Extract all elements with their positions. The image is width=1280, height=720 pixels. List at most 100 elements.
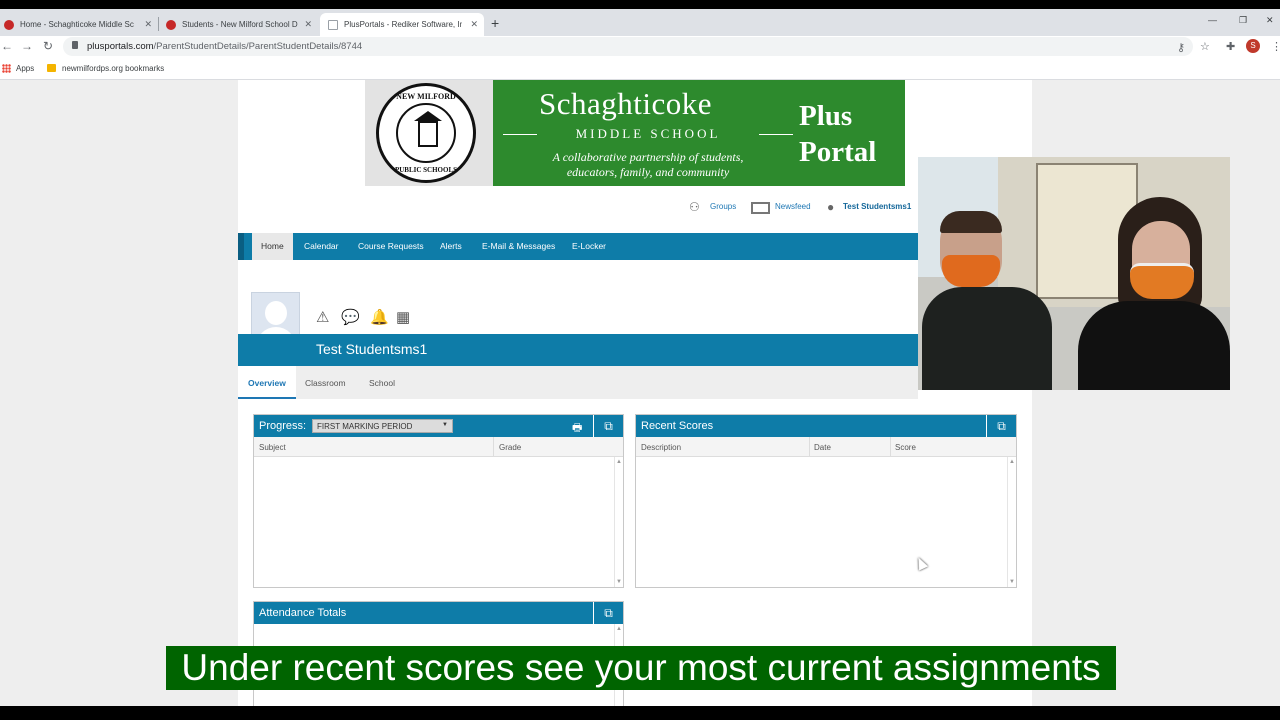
school-banner: NEW MILFORD PUBLIC SCHOOLS Schaghticoke … — [365, 80, 905, 186]
chat-icon[interactable]: 💬 — [341, 308, 360, 326]
presenter-man — [922, 211, 1052, 390]
tab-overview[interactable]: Overview — [238, 366, 296, 399]
url-text: plusportals.com/ParentStudentDetails/Par… — [87, 41, 363, 52]
recent-scores-header: Recent Scores ⧉ — [636, 415, 1016, 437]
tab-title: Students - New Milford School D — [182, 20, 298, 29]
close-tab-icon[interactable]: ✕ — [470, 19, 478, 30]
newsfeed-link[interactable]: Newsfeed — [775, 202, 811, 211]
minimize-icon[interactable]: — — [1208, 15, 1217, 25]
recent-scores-table-header: Description Date Score — [636, 437, 1016, 457]
alert-triangle-icon[interactable]: ⚠ — [316, 308, 329, 326]
plus-portal-logo: Plus Portal — [799, 98, 876, 170]
apps-grid-icon — [2, 64, 11, 73]
banner-green-panel: Schaghticoke MIDDLE SCHOOL A collaborati… — [493, 80, 905, 186]
close-tab-icon[interactable]: ✕ — [144, 19, 152, 30]
tab-title: Home - Schaghticoke Middle Sc — [20, 20, 134, 29]
recent-scores-panel: Recent Scores ⧉ Description Date Score ▲… — [635, 414, 1017, 588]
user-link[interactable]: Test Studentsms1 — [843, 202, 911, 211]
school-subtitle: MIDDLE SCHOOL — [503, 126, 793, 142]
portal-text: Portal — [799, 136, 877, 168]
seal-inner-ring — [396, 103, 456, 163]
progress-title: Progress: — [259, 420, 307, 432]
progress-scrollbar[interactable]: ▲ ▼ — [614, 457, 623, 587]
tab-strip: Home - Schaghticoke Middle Sc ✕ Students… — [0, 9, 1280, 36]
close-tab-icon[interactable]: ✕ — [304, 19, 312, 30]
school-name: Schaghticoke — [539, 86, 713, 121]
open-external-icon[interactable]: ⧉ — [593, 415, 623, 437]
bookmark-apps[interactable]: Apps — [16, 64, 34, 73]
close-window-icon[interactable]: ✕ — [1266, 15, 1274, 26]
nav-alerts[interactable]: Alerts — [440, 241, 462, 251]
col-description[interactable]: Description — [641, 443, 681, 452]
marking-period-select[interactable]: FIRST MARKING PERIOD — [312, 419, 453, 433]
new-tab-icon[interactable]: + — [491, 15, 499, 31]
school-tagline: A collaborative partnership of students,… — [552, 150, 744, 179]
browser-tab-plusportals[interactable]: PlusPortals - Rediker Software, In ✕ — [320, 13, 484, 36]
progress-panel-header: Progress: FIRST MARKING PERIOD 🖶 ⧉ — [254, 415, 623, 437]
tab-classroom[interactable]: Classroom — [295, 366, 356, 399]
student-name: Test Studentsms1 — [316, 341, 428, 357]
district-logo: NEW MILFORD PUBLIC SCHOOLS — [365, 80, 493, 186]
seal-top-text: NEW MILFORD — [396, 92, 456, 101]
key-icon[interactable]: ⚷ — [1177, 41, 1185, 54]
student-tabs: Overview Classroom School — [238, 366, 918, 399]
page-favicon-icon — [328, 19, 338, 30]
back-icon[interactable]: ← — [1, 39, 13, 53]
col-grade[interactable]: Grade — [499, 443, 521, 452]
bell-icon[interactable]: 🔔 — [370, 308, 389, 326]
print-icon[interactable]: 🖶 — [572, 419, 582, 438]
user-icon[interactable]: ● — [827, 200, 834, 214]
nav-elocker[interactable]: E-Locker — [572, 241, 606, 251]
presenter-woman — [1068, 197, 1230, 390]
site-favicon-icon — [166, 19, 176, 30]
forward-icon[interactable]: → — [21, 39, 33, 53]
seal-bottom-text: PUBLIC SCHOOLS — [394, 166, 458, 174]
reload-icon[interactable]: ↻ — [43, 39, 53, 53]
attendance-title: Attendance Totals — [259, 607, 347, 619]
progress-table-header: Subject Grade — [254, 437, 623, 457]
folder-icon — [47, 64, 56, 72]
nav-calendar[interactable]: Calendar — [304, 241, 339, 251]
plus-text: Plus — [799, 100, 853, 132]
address-bar[interactable]: plusportals.com/ParentStudentDetails/Par… — [63, 37, 1193, 56]
profile-avatar[interactable]: S — [1246, 39, 1260, 53]
open-external-icon[interactable]: ⧉ — [986, 415, 1016, 437]
star-icon[interactable]: ☆ — [1200, 40, 1210, 53]
col-date[interactable]: Date — [814, 443, 831, 452]
extensions-icon[interactable]: ✚ — [1226, 40, 1235, 53]
site-favicon-icon — [4, 19, 14, 30]
video-caption: Under recent scores see your most curren… — [166, 646, 1116, 690]
browser-tab-students[interactable]: Students - New Milford School D ✕ — [162, 13, 318, 36]
tab-school[interactable]: School — [359, 366, 405, 399]
lock-icon — [72, 41, 78, 49]
menu-icon[interactable]: ⋮ — [1271, 40, 1280, 53]
webcam-overlay — [918, 157, 1230, 390]
nav-home[interactable]: Home — [252, 233, 293, 260]
attendance-header: Attendance Totals ⧉ — [254, 602, 623, 624]
student-profile: ⚠ 💬 🔔 ▦ Test Studentsms1 Overview Classr… — [238, 272, 918, 399]
col-score[interactable]: Score — [895, 443, 916, 452]
nav-course-requests[interactable]: Course Requests — [358, 241, 424, 251]
seal-icon: NEW MILFORD PUBLIC SCHOOLS — [376, 83, 476, 183]
open-external-icon[interactable]: ⧉ — [593, 602, 623, 624]
restore-icon[interactable]: ❐ — [1239, 15, 1247, 26]
tab-divider — [158, 17, 159, 31]
recent-scores-title: Recent Scores — [641, 420, 714, 432]
portal-container: NEW MILFORD PUBLIC SCHOOLS Schaghticoke … — [238, 80, 1032, 706]
browser-toolbar: ← → ↻ plusportals.com/ParentStudentDetai… — [0, 36, 1280, 58]
col-subject[interactable]: Subject — [259, 443, 286, 452]
groups-icon[interactable]: ⚇ — [689, 200, 700, 214]
nav-email-messages[interactable]: E-Mail & Messages — [482, 241, 555, 251]
groups-link[interactable]: Groups — [710, 202, 736, 211]
recent-scores-scrollbar[interactable]: ▲ ▼ — [1007, 457, 1016, 587]
bookmark-folder-newmilford[interactable]: newmilfordps.org bookmarks — [62, 64, 164, 73]
bookmarks-bar: Apps newmilfordps.org bookmarks — [0, 58, 1280, 80]
calendar-icon[interactable]: ▦ — [396, 308, 410, 326]
gazebo-icon — [414, 111, 442, 147]
newsfeed-icon[interactable] — [751, 202, 770, 214]
student-name-bar: Test Studentsms1 — [238, 334, 918, 366]
tab-title: PlusPortals - Rediker Software, In — [344, 20, 462, 29]
progress-panel: Progress: FIRST MARKING PERIOD 🖶 ⧉ Subje… — [253, 414, 624, 588]
browser-tab-home[interactable]: Home - Schaghticoke Middle Sc ✕ — [0, 13, 158, 36]
main-nav: Home Calendar Course Requests Alerts E-M… — [238, 233, 918, 260]
